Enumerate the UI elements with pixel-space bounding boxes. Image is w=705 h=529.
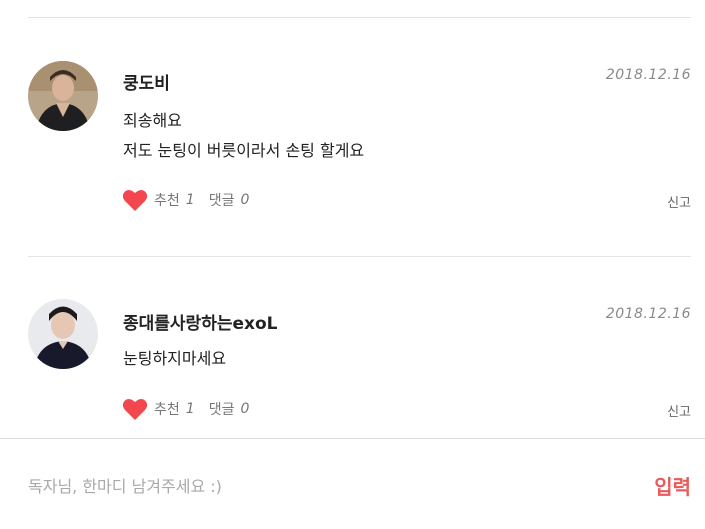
avatar-image (28, 299, 98, 369)
submit-button[interactable]: 입력 (654, 471, 691, 500)
comment-line: 죄송해요 (123, 111, 182, 130)
reply-label[interactable]: 댓글 (209, 190, 235, 210)
comment-date: 2018.12.16 (605, 67, 691, 83)
comment-actions: 추천 1 댓글 0 (122, 188, 263, 212)
reply-count: 0 (240, 192, 250, 208)
comment-input[interactable] (28, 469, 588, 503)
avatar[interactable] (28, 61, 98, 131)
like-label[interactable]: 추천 (154, 399, 180, 419)
comment-date: 2018.12.16 (605, 306, 691, 322)
like-label[interactable]: 추천 (154, 190, 180, 210)
comment-actions: 추천 1 댓글 0 (122, 397, 263, 421)
reply-label[interactable]: 댓글 (209, 399, 235, 419)
like-count: 1 (185, 192, 195, 208)
report-button[interactable]: 신고 (667, 192, 691, 211)
comment-section: 쿵도비 2018.12.16 죄송해요 저도 눈팅이 버릇이라서 손팅 할게요 … (0, 0, 705, 529)
author-name: 종대를사랑하는exoL (123, 314, 278, 334)
heart-icon[interactable] (122, 397, 148, 421)
comment-body: 죄송해요 저도 눈팅이 버릇이라서 손팅 할게요 (123, 106, 364, 166)
author-name: 쿵도비 (123, 74, 170, 94)
heart-icon[interactable] (122, 188, 148, 212)
comment-input-bar: 입력 (0, 438, 705, 529)
like-count: 1 (185, 401, 195, 417)
reply-count: 0 (240, 401, 250, 417)
comment-body: 눈팅하지마세요 (123, 344, 226, 374)
avatar-image (28, 61, 98, 131)
comment-line: 눈팅하지마세요 (123, 349, 227, 368)
comment-divider (28, 256, 691, 257)
avatar[interactable] (28, 299, 98, 369)
report-button[interactable]: 신고 (667, 401, 691, 420)
comment-line: 저도 눈팅이 버릇이라서 손팅 할게요 (123, 141, 365, 160)
top-divider (28, 17, 691, 18)
